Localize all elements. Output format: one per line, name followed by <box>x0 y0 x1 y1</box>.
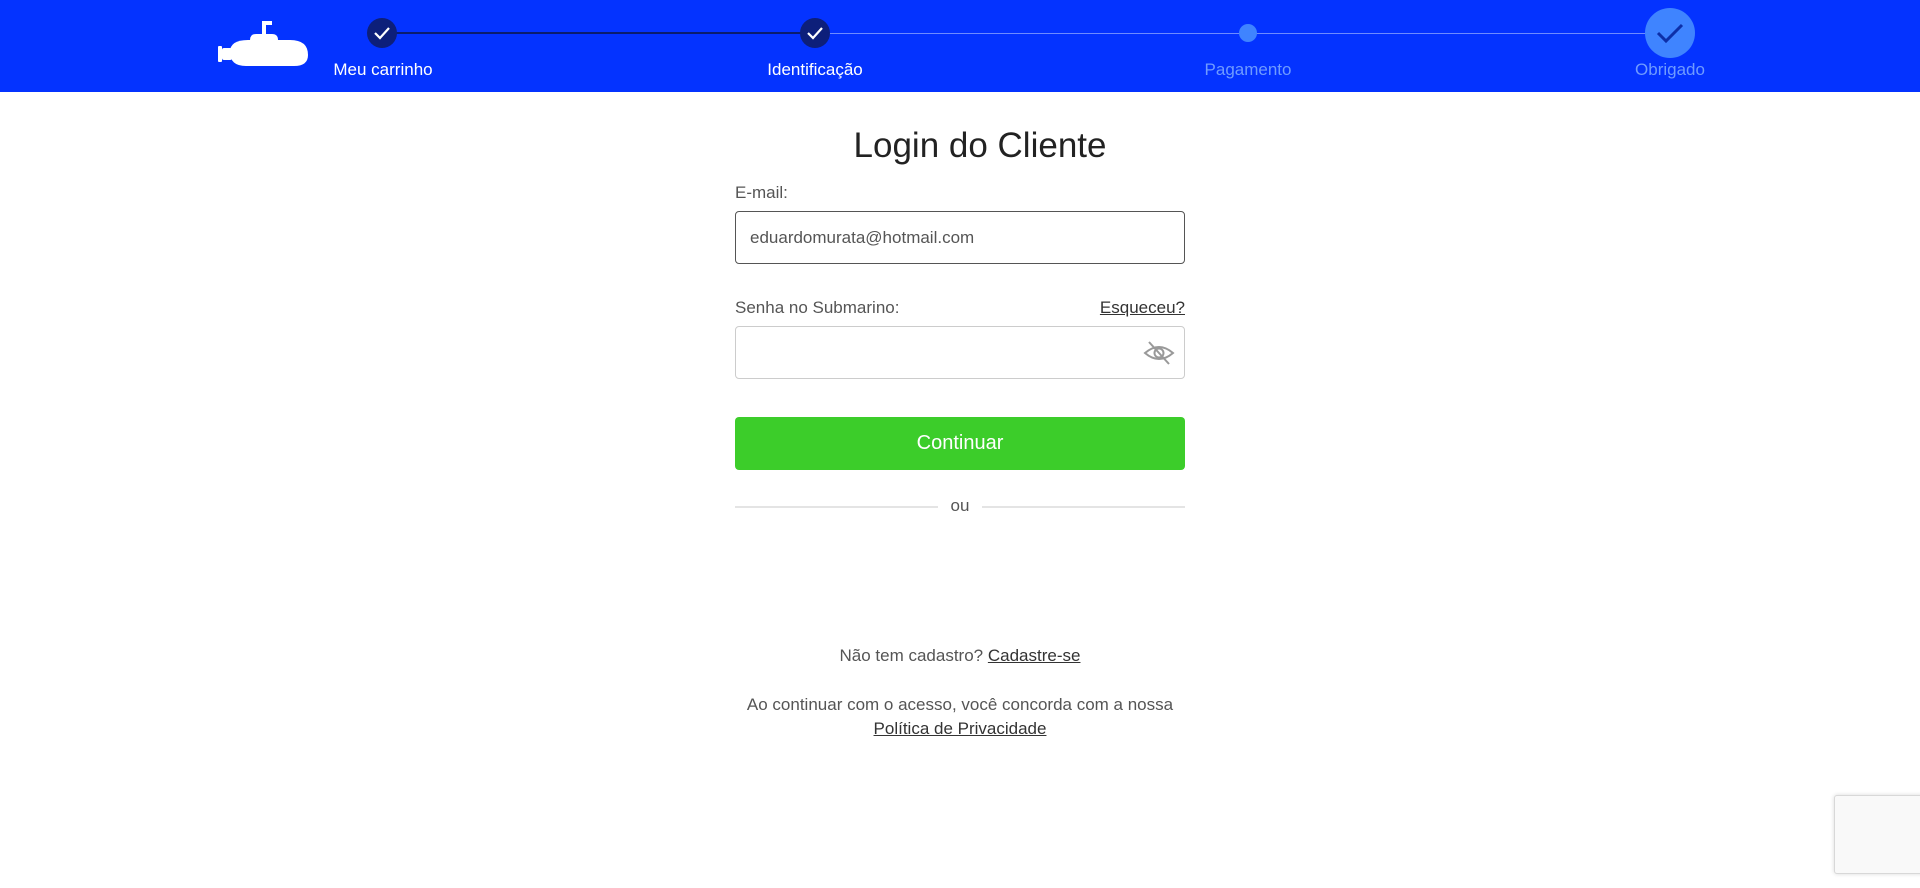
continue-button[interactable]: Continuar <box>735 417 1185 470</box>
privacy-line: Política de Privacidade <box>600 719 1320 739</box>
email-label: E-mail: <box>735 183 788 202</box>
step-meu-carrinho-label: Meu carrinho <box>333 60 433 79</box>
page-title: Login do Cliente <box>853 126 1107 165</box>
step-obrigado-node <box>1645 8 1695 58</box>
privacy-policy-link[interactable]: Política de Privacidade <box>874 719 1047 738</box>
progress-track-completed <box>383 32 815 34</box>
check-icon <box>807 27 823 40</box>
email-field[interactable] <box>735 211 1185 264</box>
recaptcha-badge[interactable] <box>1834 795 1920 874</box>
check-icon <box>1656 23 1684 44</box>
signup-prompt-text: Não tem cadastro? <box>839 646 984 665</box>
password-field[interactable] <box>735 326 1185 379</box>
forgot-password-link[interactable]: Esqueceu? <box>1100 298 1185 318</box>
step-pagamento-label: Pagamento <box>1204 60 1292 79</box>
step-meu-carrinho-node <box>367 18 397 48</box>
step-obrigado-label: Obrigado <box>1635 60 1705 79</box>
terms-text: Ao continuar com o acesso, você concorda… <box>746 695 1174 714</box>
step-identificacao-node <box>800 18 830 48</box>
password-label: Senha no Submarino: <box>735 298 900 317</box>
divider-right <box>982 506 1185 508</box>
step-pagamento-node <box>1239 24 1257 42</box>
checkout-header: Meu carrinho Identificação Pagamento Obr… <box>0 0 1920 92</box>
check-icon <box>374 27 390 40</box>
signup-link[interactable]: Cadastre-se <box>988 646 1081 665</box>
submarine-logo-icon[interactable] <box>216 18 310 74</box>
divider-or-text: ou <box>950 496 970 515</box>
eye-slash-icon[interactable] <box>1143 340 1175 366</box>
step-identificacao-label: Identificação <box>767 60 863 79</box>
divider-left <box>735 506 938 508</box>
signup-prompt: Não tem cadastro? Cadastre-se <box>600 646 1320 666</box>
